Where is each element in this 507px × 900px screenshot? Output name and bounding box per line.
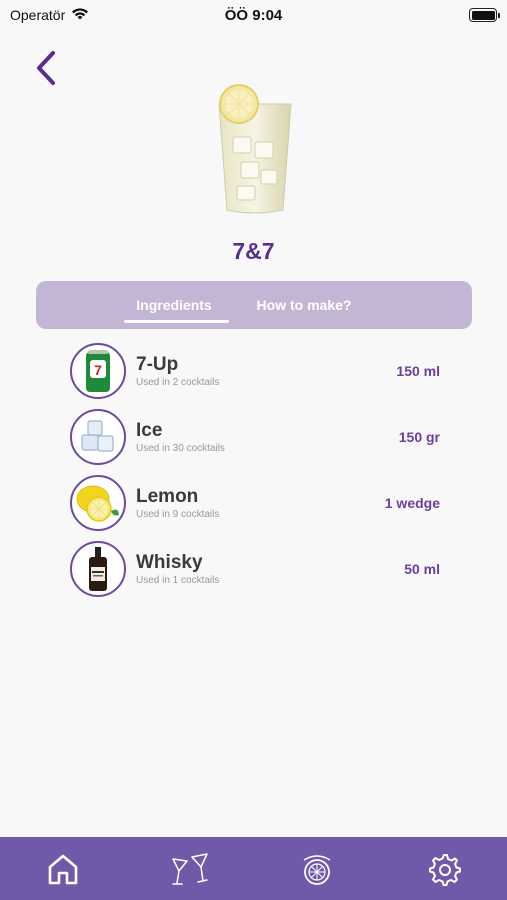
ingredient-name: Whisky [136,552,203,573]
nav-settings[interactable] [414,844,474,894]
drink-image [203,82,303,217]
ingredient-amount: 150 gr [398,429,440,445]
battery-icon [469,8,500,22]
back-button[interactable] [28,46,64,90]
ingredient-row-lemon[interactable]: Lemon Used in 9 cocktails 1 wedge [70,474,440,532]
ingredient-text: Ice Used in 30 cocktails [136,420,360,454]
ingredient-amount: 50 ml [404,561,440,577]
ingredient-text: Whisky Used in 1 cocktails [136,552,360,586]
ingredient-usage: Used in 2 cocktails [136,377,220,388]
ingredient-usage: Used in 9 cocktails [136,509,220,520]
nav-cocktails[interactable] [160,844,220,894]
ingredient-name: Ice [136,420,163,441]
gear-icon [428,853,461,886]
ingredient-text: 7-Up Used in 2 cocktails [136,354,360,388]
tab-bar: Ingredients How to make? [36,281,472,329]
ingredient-name: Lemon [136,486,199,507]
ingredient-text: Lemon Used in 9 cocktails [136,486,360,520]
carrier-label: Operatör [10,7,66,23]
ingredient-usage: Used in 30 cocktails [136,443,225,454]
tab-how-to-make[interactable]: How to make? [244,281,364,329]
ice-cubes-icon [70,409,126,465]
tab-ingredients[interactable]: Ingredients [124,281,229,329]
tab-how-to-make-label: How to make? [256,297,352,313]
svg-text:7: 7 [94,362,102,378]
whisky-bottle-icon [70,541,126,597]
status-left: Operatör [10,7,89,24]
ingredient-name: 7-Up [136,354,179,375]
soda-can-icon: 7 [70,343,126,399]
drink-title: 7&7 [232,238,275,264]
ingredient-row-whisky[interactable]: Whisky Used in 1 cocktails 50 ml [70,540,440,598]
ingredient-usage: Used in 1 cocktails [136,575,220,586]
home-icon [49,854,78,884]
battery-level [471,10,495,20]
nav-home[interactable] [33,844,93,894]
lemon-icon [70,475,126,531]
chevron-left-icon [37,51,55,85]
bottom-nav [0,837,507,900]
ingredient-row-7up[interactable]: 7 7-Up Used in 2 cocktails 150 ml [70,342,440,400]
tab-ingredients-label: Ingredients [136,297,212,313]
ingredient-row-ice[interactable]: Ice Used in 30 cocktails 150 gr [70,408,440,466]
cocktail-glasses-icon [172,852,208,885]
ingredient-amount: 1 wedge [384,495,440,511]
lemon-shaker-icon [303,854,331,885]
nav-ingredients[interactable] [287,844,347,894]
wifi-icon [71,7,89,24]
active-tab-indicator [124,320,229,323]
ingredient-amount: 150 ml [396,363,440,379]
status-bar: Operatör ÖÖ 9:04 [0,0,507,30]
